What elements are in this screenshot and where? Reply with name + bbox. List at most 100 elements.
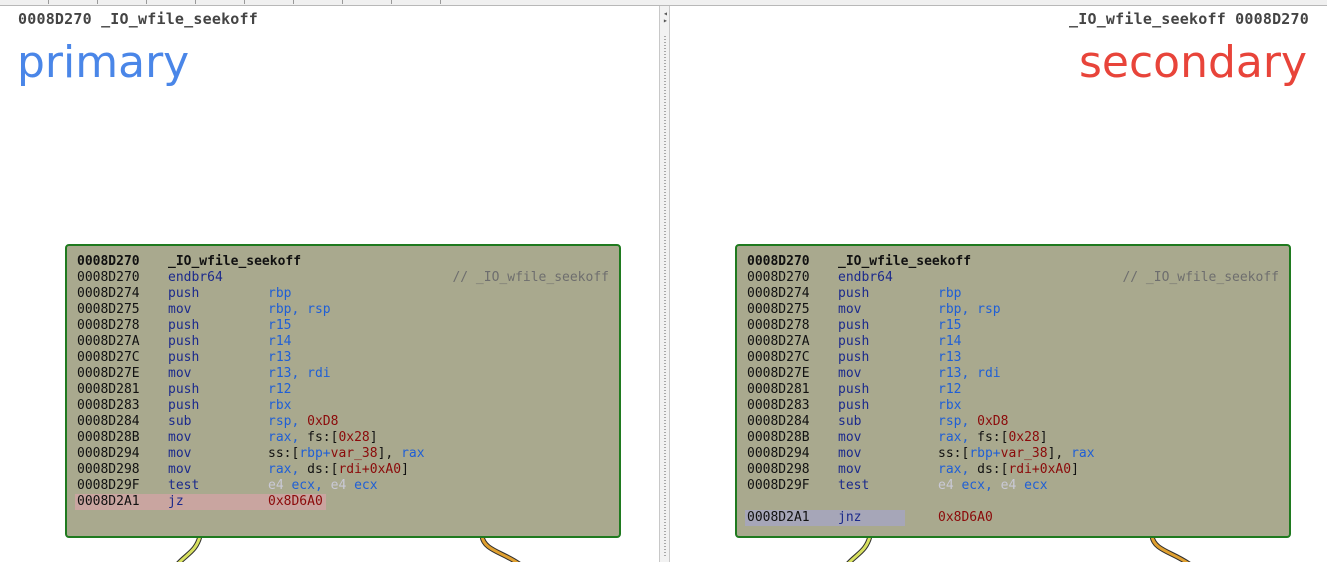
operands: r14 (268, 334, 291, 350)
instruction-row[interactable]: 0008D298 mov rax, ds:[rdi+0xA0] (77, 462, 609, 478)
instruction-row[interactable]: 0008D27E mov r13, rdi (77, 366, 609, 382)
operand-seg: ] (1071, 462, 1079, 477)
operands: r13, rdi (938, 366, 1001, 382)
operand-num: rdi+ (338, 462, 370, 477)
toolbar-tab[interactable] (296, 0, 343, 4)
instruction-row[interactable]: 0008D275 mov rbp, rsp (747, 302, 1279, 318)
operands: rbp (938, 286, 961, 302)
instruction-row[interactable]: 0008D283 push rbx (77, 398, 609, 414)
instruction-row[interactable]: 0008D275 mov rbp, rsp (77, 302, 609, 318)
address: 0008D274 (77, 286, 140, 301)
operands: r14 (938, 334, 961, 350)
operands: ss:[rbp+var_38], rax (938, 446, 1095, 462)
toolbar-tab[interactable] (345, 0, 392, 4)
instruction-row[interactable]: 0008D294 mov ss:[rbp+var_38], rax (77, 446, 609, 462)
instruction-row[interactable]: 0008D281 push r12 (747, 382, 1279, 398)
operand-reg: rsp, (938, 414, 978, 429)
instruction-row[interactable]: 0008D27C push r13 (747, 350, 1279, 366)
toolbar-tab[interactable] (198, 0, 245, 4)
primary-basic-block[interactable]: 0008D270 _IO_wfile_seekoff 0008D270 endbr64… (65, 244, 621, 538)
mnemonic: push (838, 334, 870, 349)
address: 0008D27A (747, 334, 810, 349)
operand-num: 0xD8 (307, 414, 339, 429)
operand-reg: rbp, rsp (938, 302, 1001, 317)
operand-reg: r15 (938, 318, 962, 333)
instruction-row[interactable]: 0008D294 mov ss:[rbp+var_38], rax (747, 446, 1279, 462)
instruction-row[interactable]: 0008D27A push r14 (77, 334, 609, 350)
operands: rbp, rsp (938, 302, 1001, 318)
instruction-row[interactable]: 0008D298 mov rax, ds:[rdi+0xA0] (747, 462, 1279, 478)
instruction-row[interactable]: 0008D28B mov rax, fs:[0x28] (747, 430, 1279, 446)
mnemonic: mov (168, 446, 192, 461)
operands: rbp (268, 286, 291, 302)
address: 0008D275 (77, 302, 140, 317)
instruction-row[interactable]: 0008D274 push rbp (77, 286, 609, 302)
instruction-row[interactable]: 0008D281 push r12 (77, 382, 609, 398)
jump-target[interactable]: 0x8D6A0 (268, 494, 323, 510)
operand-reg: rax, (268, 430, 308, 445)
mnemonic: mov (838, 462, 862, 477)
instruction-row[interactable]: 0008D27C push r13 (77, 350, 609, 366)
operand-reg: r13, rdi (938, 366, 1001, 381)
mnemonic: sub (838, 414, 862, 429)
address: 0008D27E (747, 366, 810, 381)
operand-num: 0x8D6A0 (938, 510, 993, 525)
secondary-basic-block[interactable]: 0008D270 _IO_wfile_seekoff 0008D270 endbr64… (735, 244, 1291, 538)
instruction-row[interactable]: 0008D278 push r15 (77, 318, 609, 334)
instruction-row[interactable]: 0008D284 sub rsp, 0xD8 (77, 414, 609, 430)
operand-reg: ecx, (961, 478, 1001, 493)
pane-splitter[interactable]: ◂ ▸ (659, 6, 670, 562)
mnemonic: mov (168, 462, 192, 477)
instruction-row[interactable]: 0008D284 sub rsp, 0xD8 (747, 414, 1279, 430)
operands: r12 (268, 382, 291, 398)
operand-reg: rax (401, 446, 425, 461)
toolbar-tab[interactable] (100, 0, 147, 4)
operand-reg: rax, (938, 430, 978, 445)
function-comment: // _IO_wfile_seekoff (1122, 270, 1279, 285)
instruction-row[interactable]: 0008D283 push rbx (747, 398, 1279, 414)
toolbar-tab[interactable] (247, 0, 294, 4)
instruction-row[interactable]: 0008D29F test e4 ecx, e4 ecx (77, 478, 609, 494)
address: 0008D27C (77, 350, 140, 365)
jump-instruction-row[interactable]: 0008D2A1 jnz 0x8D6A0 (745, 510, 1279, 526)
operand-seg: fs:[ (307, 430, 339, 445)
instruction-row[interactable]: 0008D28B mov rax, fs:[0x28] (77, 430, 609, 446)
operands: rax, fs:[0x28] (268, 430, 378, 446)
toolbar-tab[interactable] (2, 0, 49, 4)
instruction-row[interactable]: 0008D278 push r15 (747, 318, 1279, 334)
function-name[interactable]: _IO_wfile_seekoff (838, 254, 971, 270)
jump-instruction-row[interactable]: 0008D2A1 jz 0x8D6A0 (75, 494, 609, 510)
instruction-row[interactable]: 0008D270 endbr64 // _IO_wfile_seekoff (747, 270, 1279, 286)
instruction-row[interactable]: 0008D270 endbr64 // _IO_wfile_seekoff (77, 270, 609, 286)
address: 0008D274 (747, 286, 810, 301)
double-arrow-icon[interactable]: ◂ ▸ (663, 10, 668, 32)
operand-seg: ss:[ (268, 446, 300, 461)
address: 0008D27C (747, 350, 810, 365)
instruction-row[interactable]: 0008D27E mov r13, rdi (747, 366, 1279, 382)
instruction-row[interactable]: 0008D27A push r14 (747, 334, 1279, 350)
secondary-graph-pane[interactable]: _IO_wfile_seekoff 0008D270 secondary 000… (670, 6, 1327, 562)
operand-num: rdi+ (1008, 462, 1040, 477)
instruction-row[interactable]: 0008D29F test e4 ecx, e4 ecx (747, 478, 1279, 494)
jump-target[interactable]: 0x8D6A0 (938, 510, 993, 526)
block-title-line: 0008D270 _IO_wfile_seekoff (77, 254, 609, 270)
address: 0008D29F (77, 478, 140, 493)
address: 0008D294 (77, 446, 140, 461)
toolbar-tab[interactable] (394, 0, 441, 4)
operand-reg: ecx, (291, 478, 331, 493)
operand-reg: r13 (938, 350, 962, 365)
operand-seg: ] (1039, 430, 1048, 445)
instruction-row[interactable]: 0008D274 push rbp (747, 286, 1279, 302)
mnemonic: endbr64 (168, 270, 223, 285)
function-name[interactable]: _IO_wfile_seekoff (168, 254, 301, 270)
toolbar-tab[interactable] (149, 0, 196, 4)
operand-num: 0xA0 (369, 462, 402, 477)
operand-reg: rbp, rsp (268, 302, 331, 317)
splitter-dots (664, 36, 666, 556)
primary-graph-pane[interactable]: 0008D270 _IO_wfile_seekoff primary 0008D… (0, 6, 659, 562)
toolbar-tab[interactable] (51, 0, 98, 4)
address: 0008D283 (747, 398, 810, 413)
operands: rbx (268, 398, 291, 414)
operand-seg: ], (1047, 446, 1072, 461)
operand-reg: rax (1071, 446, 1095, 461)
